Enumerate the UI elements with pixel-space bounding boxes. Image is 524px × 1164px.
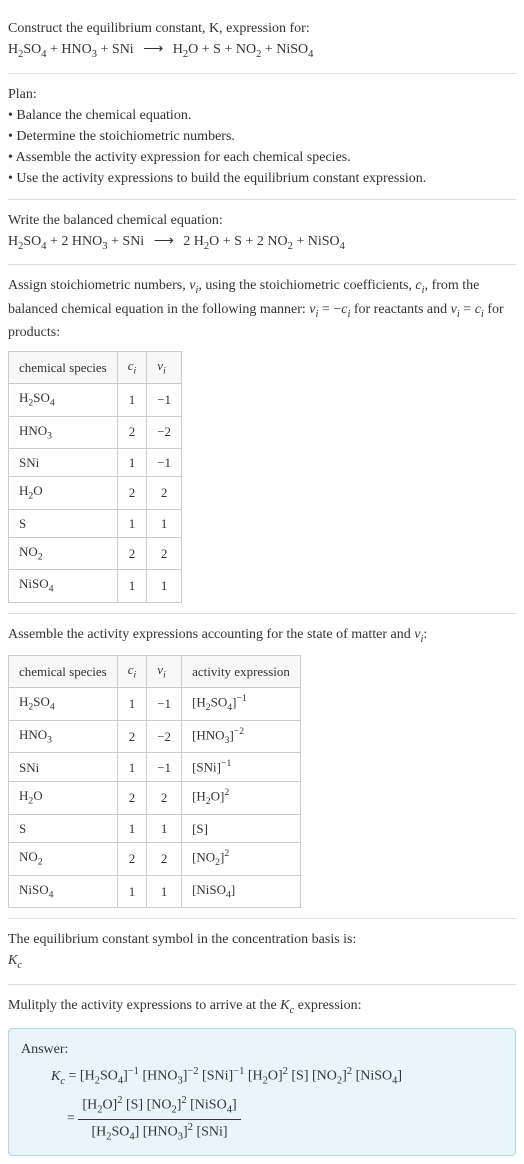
col-species: chemical species	[9, 656, 118, 688]
plan-item-1: Balance the chemical equation.	[8, 105, 516, 126]
col-vi: νi	[147, 352, 182, 384]
section-construct: Construct the equilibrium constant, K, e…	[8, 8, 516, 74]
stoich-table: chemical species ci νi H2SO41−1 HNO32−2 …	[8, 351, 182, 602]
table-row: H2O22	[9, 477, 182, 509]
balanced-title: Write the balanced chemical equation:	[8, 210, 516, 231]
section-multiply: Mulitply the activity expressions to arr…	[8, 985, 516, 1156]
table-row: H2SO41−1	[9, 384, 182, 416]
answer-label: Answer:	[21, 1039, 503, 1060]
construct-line1: Construct the equilibrium constant, K, e…	[8, 21, 310, 36]
col-species: chemical species	[9, 352, 118, 384]
section-balanced: Write the balanced chemical equation: H2…	[8, 200, 516, 266]
fraction-numerator: [H2O]2 [S] [NO2]2 [NiSO4]	[78, 1093, 240, 1119]
col-ci: ci	[117, 656, 147, 688]
col-ci: ci	[117, 352, 147, 384]
kc-expression-line1: Kc = [H2SO4]−1 [HNO3]−2 [SNi]−1 [H2O]2 […	[51, 1064, 503, 1089]
table-row: H2O22[H2O]2	[9, 782, 301, 815]
table-row: NiSO411	[9, 570, 182, 602]
plan-item-4: Use the activity expressions to build th…	[8, 168, 516, 189]
kc-symbol: Kc	[8, 950, 516, 974]
section-activity: Assemble the activity expressions accoun…	[8, 614, 516, 920]
answer-box: Answer: Kc = [H2SO4]−1 [HNO3]−2 [SNi]−1 …	[8, 1028, 516, 1156]
table-row: NO222	[9, 538, 182, 570]
plan-list: Balance the chemical equation. Determine…	[8, 105, 516, 189]
table-row: HNO32−2[HNO3]−2	[9, 720, 301, 753]
activity-table: chemical species ci νi activity expressi…	[8, 655, 301, 908]
table-row: SNi1−1[SNi]−1	[9, 753, 301, 782]
plan-item-3: Assemble the activity expression for eac…	[8, 147, 516, 168]
fraction-denominator: [H2SO4] [HNO3]2 [SNi]	[78, 1120, 240, 1145]
table-row: S11[S]	[9, 814, 301, 843]
col-activity: activity expression	[182, 656, 301, 688]
stoich-text: Assign stoichiometric numbers, νi, using…	[8, 275, 516, 343]
activity-text: Assemble the activity expressions accoun…	[8, 624, 516, 648]
section-kc-symbol: The equilibrium constant symbol in the c…	[8, 919, 516, 985]
plan-title: Plan:	[8, 84, 516, 105]
table-row: SNi1−1	[9, 448, 182, 477]
kc-fraction: [H2O]2 [S] [NO2]2 [NiSO4] [H2SO4] [HNO3]…	[78, 1093, 240, 1144]
section-plan: Plan: Balance the chemical equation. Det…	[8, 74, 516, 200]
multiply-text: Mulitply the activity expressions to arr…	[8, 995, 516, 1019]
table-header-row: chemical species ci νi activity expressi…	[9, 656, 301, 688]
table-row: NiSO411[NiSO4]	[9, 875, 301, 907]
initial-equation: H2SO4 + HNO3 + SNi ⟶ H2O + S + NO2 + NiS…	[8, 39, 516, 63]
section-stoich: Assign stoichiometric numbers, νi, using…	[8, 265, 516, 613]
col-vi: νi	[147, 656, 182, 688]
table-row: H2SO41−1[H2SO4]−1	[9, 688, 301, 721]
table-row: HNO32−2	[9, 416, 182, 448]
table-row: S11	[9, 509, 182, 538]
construct-text: Construct the equilibrium constant, K, e…	[8, 18, 516, 39]
table-row: NO222[NO2]2	[9, 843, 301, 876]
table-header-row: chemical species ci νi	[9, 352, 182, 384]
balanced-equation: H2SO4 + 2 HNO3 + SNi ⟶ 2 H2O + S + 2 NO2…	[8, 231, 516, 255]
kc-expression-line2: = [H2O]2 [S] [NO2]2 [NiSO4] [H2SO4] [HNO…	[67, 1093, 503, 1144]
kc-text: The equilibrium constant symbol in the c…	[8, 929, 516, 950]
plan-item-2: Determine the stoichiometric numbers.	[8, 126, 516, 147]
